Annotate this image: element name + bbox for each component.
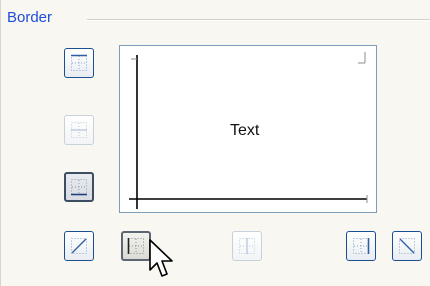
preview-sample-text: Text bbox=[230, 122, 260, 139]
border-right-icon bbox=[353, 238, 370, 254]
inside-horizontal-icon bbox=[71, 122, 87, 138]
border-diagonal-down-button[interactable] bbox=[392, 231, 422, 261]
inside-vertical-icon bbox=[239, 238, 255, 254]
diagonal-up-icon bbox=[71, 238, 87, 254]
border-group-title: Border bbox=[7, 9, 58, 26]
border-top-button[interactable] bbox=[64, 48, 94, 78]
border-top-icon bbox=[71, 54, 87, 71]
border-right-button[interactable] bbox=[346, 231, 376, 261]
diagonal-down-icon bbox=[399, 238, 415, 254]
group-separator-line bbox=[87, 19, 430, 21]
border-bottom-icon bbox=[71, 179, 87, 196]
border-left-icon bbox=[127, 238, 144, 254]
border-inside-vertical-button[interactable] bbox=[232, 231, 262, 261]
border-diagonal-up-button[interactable] bbox=[64, 231, 94, 261]
border-left-button[interactable] bbox=[121, 231, 151, 261]
border-settings-panel: Border Text bbox=[0, 0, 430, 286]
border-inside-horizontal-button[interactable] bbox=[64, 115, 94, 145]
border-preview[interactable]: Text bbox=[119, 45, 377, 213]
border-bottom-button[interactable] bbox=[64, 172, 94, 202]
arrow-pointer-icon bbox=[149, 239, 173, 277]
